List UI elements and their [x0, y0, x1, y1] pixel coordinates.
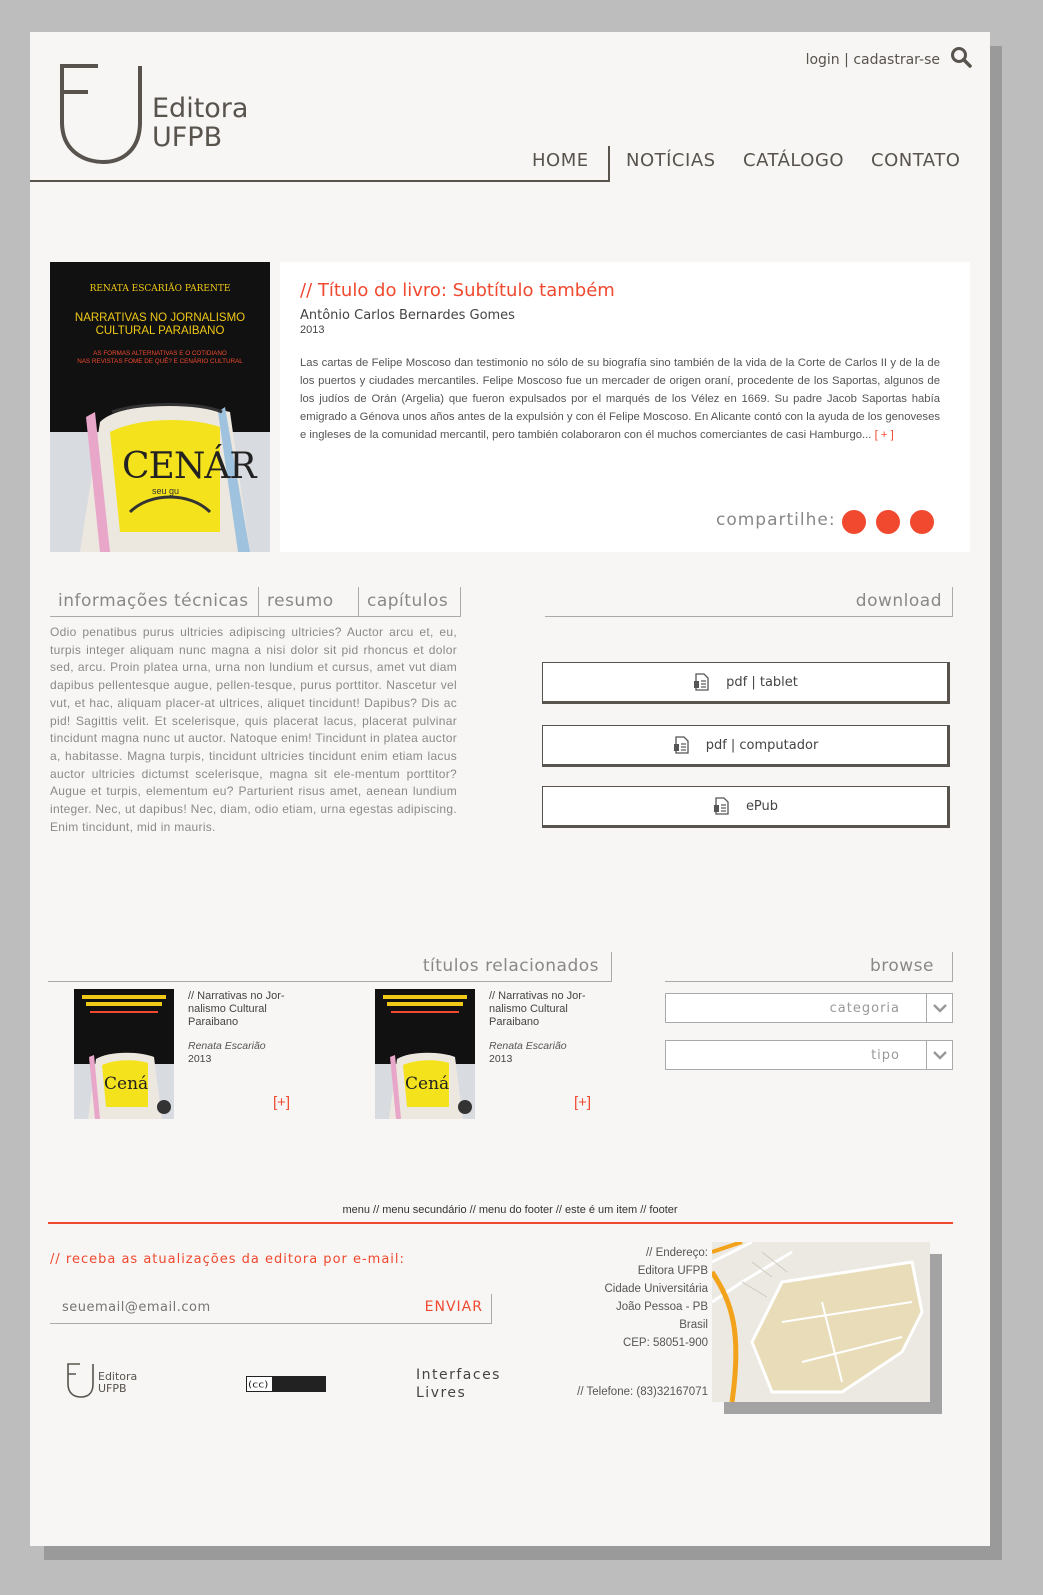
- share-label: compartilhe:: [716, 510, 836, 530]
- cover-subtitle-line-1: AS FORMAS ALTERNATIVAS E O COTIDIANO: [93, 350, 227, 357]
- footer-rule: [48, 1222, 953, 1224]
- related-book-author: Renata Escarião: [188, 1040, 266, 1052]
- links-separator: |: [839, 52, 854, 68]
- cc-badge-text: (cc) BY-NC-ND: [248, 1381, 324, 1391]
- interfaces-line-1: Interfaces: [416, 1367, 501, 1383]
- newsletter-form: ENVIAR: [50, 1294, 492, 1324]
- related-book-title[interactable]: // Narrativas no Jor-nalismo Cultural Pa…: [188, 990, 308, 1029]
- tab-summary[interactable]: resumo: [258, 587, 358, 617]
- download-heading: download: [545, 587, 953, 617]
- cover-title: NARRATIVAS NO JORNALISMO CULTURAL PARAIB…: [50, 312, 270, 338]
- send-button[interactable]: ENVIAR: [425, 1299, 483, 1315]
- type-select-value: tipo: [871, 1048, 900, 1063]
- tab-technical-info[interactable]: informações técnicas: [50, 587, 258, 617]
- cover-word: CENÁR: [122, 446, 256, 487]
- file-icon: [694, 673, 709, 691]
- cover-title-line-2: CULTURAL PARAIBANO: [95, 325, 225, 337]
- tab-content: Odio penatibus purus ultricies adipiscin…: [50, 625, 457, 834]
- login-link[interactable]: login: [806, 52, 840, 68]
- nav-news[interactable]: NOTÍCIAS: [626, 150, 716, 171]
- creative-commons-badge[interactable]: (cc) BY-NC-ND: [246, 1376, 326, 1392]
- download-button-label: ePub: [745, 798, 779, 814]
- nav-home[interactable]: HOME: [532, 150, 589, 171]
- email-input[interactable]: [62, 1300, 382, 1315]
- type-select[interactable]: tipo: [665, 1040, 953, 1070]
- download-pdf-computer-button[interactable]: pdf | computador: [542, 725, 950, 767]
- address-line: João Pessoa - PB: [615, 1301, 708, 1313]
- interfaces-livres[interactable]: Interfaces Livres: [416, 1366, 501, 1402]
- featured-book-year: 2013: [300, 324, 325, 336]
- svg-text:Cená: Cená: [405, 1074, 449, 1094]
- related-titles-heading: títulos relacionados: [48, 952, 612, 982]
- related-book-more-link[interactable]: [+]: [574, 1094, 591, 1111]
- editora-logo-text[interactable]: Editora UFPB: [152, 94, 248, 152]
- description-text: Las cartas de Felipe Moscoso dan testimo…: [300, 357, 940, 441]
- cover-title-line-1: NARRATIVAS NO JORNALISMO: [74, 312, 246, 324]
- file-icon: [673, 736, 689, 754]
- cover-small-text: seu gu: [152, 486, 180, 496]
- share-button-1[interactable]: [842, 510, 866, 534]
- logo-line-1: Editora: [152, 93, 249, 124]
- interfaces-line-2: Livres: [416, 1385, 467, 1401]
- address-line: CEP: 58051-900: [622, 1337, 708, 1349]
- nav-divider: [608, 146, 610, 182]
- book-info-tabs: informações técnicas resumo capítulos: [50, 587, 461, 617]
- search-icon[interactable]: [950, 46, 972, 68]
- cover-subtitle: AS FORMAS ALTERNATIVAS E O COTIDIANO NAS…: [50, 350, 270, 366]
- chevron-down-icon: [926, 1041, 952, 1069]
- share-button-3[interactable]: [910, 510, 934, 534]
- file-icon: [713, 797, 729, 815]
- account-links: login | cadastrar-se: [806, 52, 940, 68]
- related-book-year: 2013: [489, 1053, 513, 1065]
- header-rule: [30, 180, 610, 182]
- related-book-more-link[interactable]: [+]: [273, 1094, 290, 1111]
- related-book-cover[interactable]: Cená: [375, 989, 475, 1119]
- address-line: Editora UFPB: [637, 1265, 708, 1277]
- register-link[interactable]: cadastrar-se: [853, 52, 940, 68]
- featured-book-cover[interactable]: RENATA ESCARIÃO PARENTE NARRATIVAS NO JO…: [50, 262, 270, 552]
- download-button-label: pdf | tablet: [726, 674, 798, 690]
- featured-book-card: // Título do livro: Subtítulo também Ant…: [280, 262, 970, 552]
- footer-logo[interactable]: Editora UFPB: [66, 1362, 156, 1398]
- footer-menu[interactable]: menu // menu secundário // menu do foote…: [30, 1204, 990, 1216]
- editora-logo-mark[interactable]: [58, 62, 146, 164]
- related-book-year: 2013: [188, 1053, 212, 1065]
- read-more-link[interactable]: [ + ]: [875, 429, 894, 441]
- newsletter-heading: // receba as atualizações da editora por…: [50, 1252, 405, 1267]
- cover-author: RENATA ESCARIÃO PARENTE: [89, 284, 231, 294]
- location-map[interactable]: [712, 1242, 930, 1402]
- address-block: // Endereço: Editora UFPB Cidade Univers…: [604, 1244, 708, 1352]
- svg-text:Cená: Cená: [104, 1074, 148, 1094]
- logo-line-2: UFPB: [152, 122, 223, 153]
- featured-book-description: Las cartas de Felipe Moscoso dan testimo…: [300, 354, 940, 444]
- address-line: Cidade Universitária: [604, 1283, 708, 1295]
- share-button-2[interactable]: [876, 510, 900, 534]
- related-book-cover[interactable]: Cená: [74, 989, 174, 1119]
- browse-heading: browse: [665, 952, 953, 982]
- download-pdf-tablet-button[interactable]: pdf | tablet: [542, 662, 950, 704]
- footer-logo-line-2: UFPB: [98, 1382, 127, 1395]
- category-select[interactable]: categoria: [665, 993, 953, 1023]
- related-book-author: Renata Escarião: [489, 1040, 567, 1052]
- nav-catalog[interactable]: CATÁLOGO: [743, 150, 844, 171]
- phone: // Telefone: (83)32167071: [577, 1386, 708, 1398]
- chevron-down-icon: [926, 994, 952, 1022]
- tab-chapters[interactable]: capítulos: [358, 587, 460, 617]
- featured-book-title[interactable]: // Título do livro: Subtítulo também: [300, 280, 615, 301]
- related-book-title[interactable]: // Narrativas no Jor-nalismo Cultural Pa…: [489, 990, 609, 1029]
- download-epub-button[interactable]: ePub: [542, 786, 950, 828]
- category-select-value: categoria: [829, 1001, 900, 1016]
- featured-book-author: Antônio Carlos Bernardes Gomes: [300, 308, 515, 323]
- cover-subtitle-line-2: NAS REVISTAS FOME DE QUÊ? E CENÁRIO CULT…: [77, 358, 243, 365]
- address-line: // Endereço:: [645, 1247, 708, 1259]
- nav-contact[interactable]: CONTATO: [871, 150, 960, 171]
- address-line: Brasil: [679, 1319, 708, 1331]
- download-button-label: pdf | computador: [705, 737, 819, 753]
- page: Editora UFPB login | cadastrar-se HOME N…: [30, 32, 990, 1546]
